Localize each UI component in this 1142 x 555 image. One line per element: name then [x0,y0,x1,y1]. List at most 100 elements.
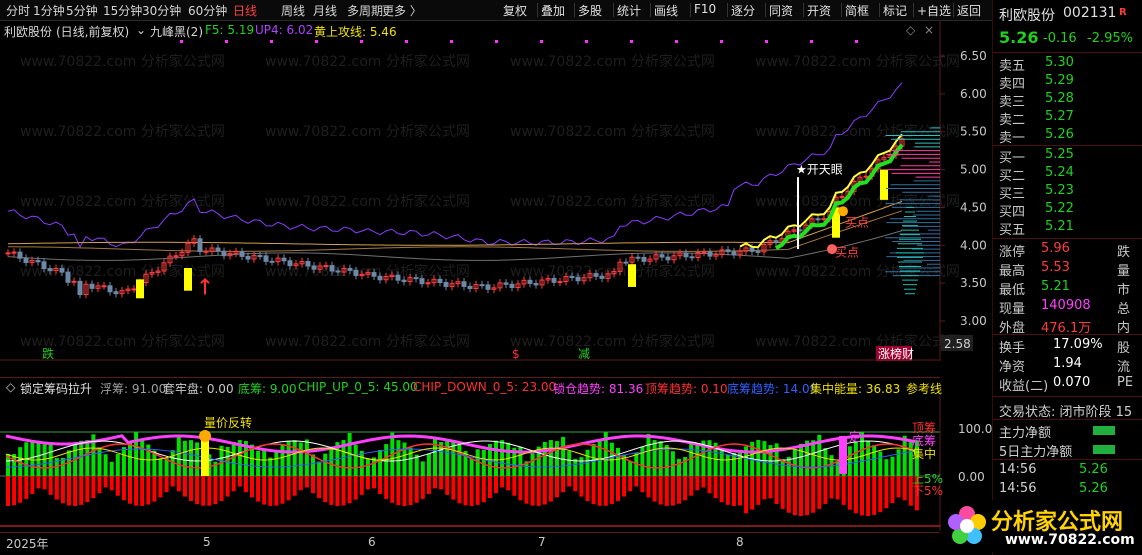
toolbar-action-5[interactable]: F10 [694,2,716,16]
stat-value: 5.53 [1041,260,1070,275]
ask-row: 卖一 5.26 [993,127,1142,146]
period-tab-9[interactable]: 多周期 [347,2,383,19]
toolbar-action-9[interactable]: 简框 [845,2,869,19]
chip-indicator-chart[interactable]: 量价反转定顶筹底筹集中上5%下5%100.00.00 [0,396,992,531]
flow-label: 主力净额 [999,426,1052,441]
bid-row: 买四 5.22 [993,201,1142,220]
stat-label: 现量 [999,302,1026,317]
toolbar-action-3[interactable]: 统计 [617,2,641,19]
stat-tail: 量 [1117,264,1131,279]
ask-label: 卖二 [999,113,1026,128]
time-axis-label-0: 2025年 [6,537,49,551]
bid-label: 买五 [999,223,1026,238]
period-tab-10[interactable]: 更多 〉 [382,2,422,19]
ask-price: 5.26 [1045,127,1074,142]
stat2-label: 净资 [999,360,1026,375]
ask-label: 卖一 [999,131,1026,146]
toolbar-action-11[interactable]: +自选 [917,2,951,19]
period-tab-8[interactable]: 月线 [313,2,337,19]
tick-row: 14:56 5.26 [993,462,1142,480]
quote-change-pct: -2.95% [1087,31,1133,46]
toolbar-action-6[interactable]: 逐分 [731,2,755,19]
flow-row[interactable]: 5日主力净额 [993,441,1142,460]
stat-tail: 总 [1117,302,1131,317]
period-tab-3[interactable]: 15分钟 [103,2,142,19]
bid-row: 买五 5.21 [993,219,1142,238]
svg-text:www.70822.com 分析家公式网: www.70822.com 分析家公式网 [265,333,470,350]
toolbar-action-10[interactable]: 标记 [883,2,907,19]
stat-value: 5.21 [1041,279,1070,294]
price-axis-label: 4.50 [960,200,987,214]
period-tab-5[interactable]: 60分钟 [188,2,227,19]
lower-indicator-value-0: 浮筹: 91.00 [100,382,167,396]
period-tab-1[interactable]: 1分钟 [33,2,65,19]
svg-text:www.70822.com 分析家公式网: www.70822.com 分析家公式网 [510,123,715,140]
bid-row: 买二 5.24 [993,165,1142,184]
signal-mark-0: 跌 [42,346,54,361]
stat-tail: 跌 [1117,245,1131,260]
svg-text:www.70822.com 分析家公式网: www.70822.com 分析家公式网 [20,193,225,210]
toolbar-action-7[interactable]: 同资 [769,2,793,19]
stat-tail: 市 [1117,283,1131,298]
ask-price: 5.30 [1045,55,1074,70]
period-tab-0[interactable]: 分时 [6,2,30,19]
ding-mark: 定 [849,429,861,444]
tick-row: 14:56 5.26 [993,481,1142,499]
stat2-value: 17.09% [1053,337,1103,352]
ask-price: 5.27 [1045,109,1074,124]
quote-change: -0.16 [1043,31,1077,46]
lower-indicator-value-2: 底筹: 9.00 [238,382,297,396]
period-toolbar: 分时 1分钟 5分钟 15分钟 30分钟 60分钟 日线 周线 月线 多周期 更多 〉 复权 叠加 多股统… [0,0,992,21]
lower-indicator-value-3: CHIP_UP_0_5: 45.00 [298,380,418,394]
svg-text:www.70822.com 分析家公式网: www.70822.com 分析家公式网 [265,123,470,140]
indicator-settings-icon[interactable]: ◇ [6,380,15,394]
quote-stock-name: 利欧股份 [999,8,1055,24]
lower-indicator-value-4: CHIP_DOWN_0_5: 23.00 [413,380,557,394]
toolbar-action-0[interactable]: 复权 [503,2,527,19]
tick-time: 14:56 [999,462,1037,477]
tick-price: 5.26 [1079,462,1108,477]
buy-point-label-2: 买点 [835,246,859,260]
period-tab-6[interactable]: 日线 [233,2,257,19]
stat2-label: 收益(二) [999,379,1049,394]
stat2-row: 净资 1.94 流 [993,356,1142,375]
toolbar-action-2[interactable]: 多股 [578,2,602,19]
lower-indicator-name[interactable]: 锁定筹码拉升 [20,380,92,397]
buy-point-label-1: 买点 [845,215,869,229]
lower-indicator-value-5: 锁仓趋势: 81.36 [553,382,644,396]
svg-text:www.70822.com 分析家公式网: www.70822.com 分析家公式网 [20,53,225,70]
ask-row: 卖三 5.28 [993,91,1142,110]
period-tab-7[interactable]: 周线 [281,2,305,19]
price-axis-label: 3.50 [960,276,987,290]
svg-text:www.70822.com 分析家公式网: www.70822.com 分析家公式网 [755,53,960,70]
ask-row: 卖四 5.29 [993,73,1142,92]
stat2-tail: 流 [1117,360,1131,375]
svg-text:www.70822.com 分析家公式网: www.70822.com 分析家公式网 [510,193,715,210]
trade-status: 交易状态: 闭市阶段 15 [999,405,1133,420]
kline-chart[interactable]: www.70822.com 分析家公式网 www.70822.com 分析家公式网… [0,21,992,361]
price-axis-label: 3.00 [960,314,987,328]
bid-label: 买二 [999,169,1026,184]
period-tab-2[interactable]: 5分钟 [66,2,98,19]
time-axis-label-4: 8 [736,535,744,549]
period-tab-4[interactable]: 30分钟 [142,2,181,19]
stat2-tail: PE [1117,375,1134,390]
toolbar-action-12[interactable]: 返回 [957,2,981,19]
bid-price: 5.23 [1045,183,1074,198]
ask-label: 卖五 [999,59,1026,74]
jizhong-label: 集中 [912,446,936,461]
price-axis-label: 5.00 [960,163,987,177]
lower-indicator-value-9: 参考线 [906,382,943,396]
flow-bar [1093,445,1115,454]
stat-value: 5.96 [1041,241,1070,256]
toolbar-action-1[interactable]: 叠加 [541,2,565,19]
logo-url: www.70822.com [1005,532,1135,548]
stat-label: 最低 [999,283,1026,298]
flow-row[interactable]: 主力净额 [993,422,1142,441]
stat-row: 外盘 476.1万内 [993,317,1142,336]
bid-price: 5.25 [1045,147,1074,162]
toolbar-action-4[interactable]: 画线 [654,2,678,19]
toolbar-action-8[interactable]: 开资 [807,2,831,19]
time-axis-label-1: 5 [203,535,211,549]
quote-stock-code: 002131 [1063,5,1117,21]
